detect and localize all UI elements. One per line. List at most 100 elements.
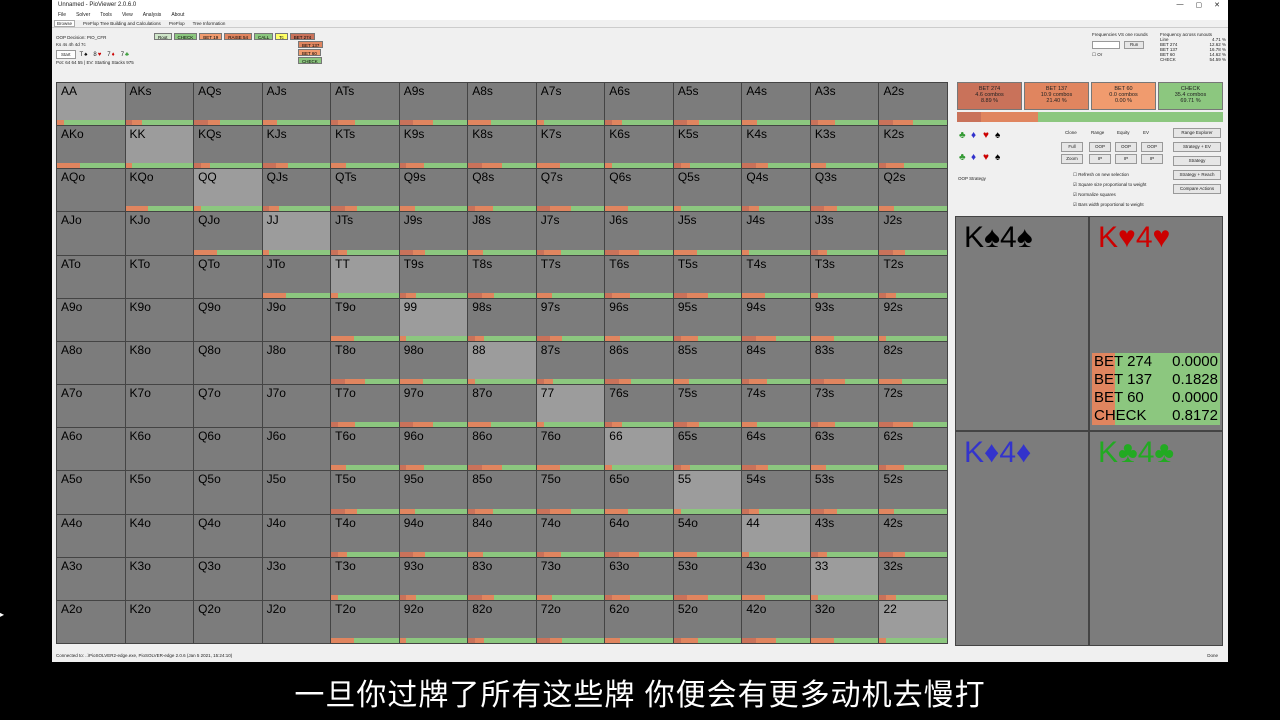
tree-check[interactable]: CHECK (173, 33, 198, 40)
hand-cell[interactable]: Q3o (194, 557, 262, 600)
hand-cell[interactable]: 99 (399, 298, 468, 341)
hand-cell[interactable]: T7s (536, 255, 605, 298)
menu-tools[interactable]: Tools (100, 12, 112, 18)
hand-cell[interactable]: A6s (605, 83, 673, 126)
hand-cell[interactable]: J8o (262, 341, 331, 385)
hand-cell[interactable]: 54o (673, 514, 742, 557)
hand-cell[interactable]: 75o (536, 471, 605, 514)
clone-label[interactable]: Clone (1065, 130, 1077, 135)
hand-cell[interactable]: A8s (468, 83, 536, 126)
hand-cell[interactable]: 93o (399, 557, 468, 600)
action-summary-box[interactable]: BET 137 10.9 combos 21.40 % (1024, 82, 1089, 110)
hand-cell[interactable]: 96s (605, 298, 673, 341)
hand-cell[interactable]: Q3s (810, 169, 879, 212)
hand-cell[interactable]: 72s (879, 385, 947, 428)
hand-cell[interactable]: AJs (262, 83, 331, 126)
menu-file[interactable]: File (58, 12, 66, 18)
hand-cell[interactable]: 75s (673, 385, 742, 428)
hand-cell[interactable]: AJo (57, 212, 125, 255)
hand-cell[interactable]: J9o (262, 298, 331, 341)
hand-cell[interactable]: 95o (399, 471, 468, 514)
hand-cell[interactable]: A4o (57, 514, 125, 557)
hand-cell[interactable]: Q4o (194, 514, 262, 557)
hand-cell[interactable]: J3o (262, 557, 331, 600)
hand-cell[interactable]: 65s (673, 428, 742, 471)
combo-card[interactable]: K♠4♠ (956, 217, 1088, 430)
hand-cell[interactable]: K5s (673, 126, 742, 169)
hand-cell[interactable]: T3s (810, 255, 879, 298)
zoom-button[interactable]: Zoom (1061, 154, 1083, 164)
hand-cell[interactable]: 52o (673, 600, 742, 643)
hand-cell[interactable]: T5o (331, 471, 399, 514)
hand-cell[interactable]: 87o (468, 385, 536, 428)
hand-cell[interactable]: A3s (810, 83, 879, 126)
hand-cell[interactable]: K5o (125, 471, 194, 514)
action-summary-box[interactable]: CHECK 35.4 combos 69.71 % (1158, 82, 1223, 110)
hand-cell[interactable]: 74s (742, 385, 810, 428)
menu-solver[interactable]: Solver (76, 12, 90, 18)
hand-cell[interactable]: K3o (125, 557, 194, 600)
hand-cell[interactable]: 97o (399, 385, 468, 428)
hand-cell[interactable]: J4s (742, 212, 810, 255)
hand-cell[interactable]: ATo (57, 255, 125, 298)
hand-cell[interactable]: 83s (810, 341, 879, 385)
combo-card[interactable]: K♣4♣ (1090, 432, 1222, 645)
hand-cell[interactable]: J8s (468, 212, 536, 255)
action-summary-box[interactable]: BET 60 0.0 combos 0.00 % (1091, 82, 1156, 110)
hand-cell[interactable]: K4o (125, 514, 194, 557)
hand-cell[interactable]: 73o (536, 557, 605, 600)
combo-card[interactable]: K♦4♦ (956, 432, 1088, 645)
hand-cell[interactable]: Q7o (194, 385, 262, 428)
hand-cell[interactable]: 92o (399, 600, 468, 643)
spade-filter-icon[interactable]: ♠ (995, 130, 1000, 141)
club-filter-icon[interactable]: ♣ (959, 130, 966, 141)
tree-check2[interactable]: CHECK (298, 57, 322, 64)
hand-cell[interactable]: QJo (194, 212, 262, 255)
equity-ip-button[interactable]: IP (1115, 154, 1137, 164)
hand-cell[interactable]: J2s (879, 212, 947, 255)
hand-cell[interactable]: 98o (399, 341, 468, 385)
hand-cell[interactable]: KJs (262, 126, 331, 169)
hand-cell[interactable]: 72o (536, 600, 605, 643)
hand-cell[interactable]: 62o (605, 600, 673, 643)
hand-cell[interactable]: Q7s (536, 169, 605, 212)
range-label[interactable]: Range (1091, 130, 1104, 135)
or-checkbox[interactable]: ☐ Or (1092, 52, 1148, 57)
action-summary-box[interactable]: BET 274 4.6 combos 8.89 % (957, 82, 1022, 110)
hand-cell[interactable]: AKs (125, 83, 194, 126)
hand-cell[interactable]: T6s (605, 255, 673, 298)
spade-filter-icon-2[interactable]: ♠ (995, 152, 1000, 163)
hand-cell[interactable]: 43s (810, 514, 879, 557)
hand-cell[interactable]: J5o (262, 471, 331, 514)
hand-cell[interactable]: AQo (57, 169, 125, 212)
hand-cell[interactable]: 87s (536, 341, 605, 385)
tree-call[interactable]: CALL (253, 33, 274, 40)
hand-cell[interactable]: 52s (879, 471, 947, 514)
hand-cell[interactable]: KJo (125, 212, 194, 255)
hand-cell[interactable]: T8o (331, 341, 399, 385)
heart-filter-icon-2[interactable]: ♥ (983, 152, 989, 163)
range-oop-button[interactable]: OOP (1089, 142, 1111, 152)
hand-cell[interactable]: 32s (879, 557, 947, 600)
hand-cell[interactable]: K2o (125, 600, 194, 643)
maximize-icon[interactable]: ▢ (1196, 1, 1203, 9)
hand-cell[interactable]: 86s (605, 341, 673, 385)
hand-cell[interactable]: 82s (879, 341, 947, 385)
hand-cell[interactable]: J9s (399, 212, 468, 255)
hand-cell[interactable]: 97s (536, 298, 605, 341)
hand-cell[interactable]: AQs (194, 83, 262, 126)
hand-cell[interactable]: 62s (879, 428, 947, 471)
hand-cell[interactable]: 66 (605, 428, 673, 471)
hand-cell[interactable]: 74o (536, 514, 605, 557)
hand-cell[interactable]: A9o (57, 298, 125, 341)
hand-cell[interactable]: 85o (468, 471, 536, 514)
hand-cell[interactable]: K7o (125, 385, 194, 428)
hand-cell[interactable]: 53s (810, 471, 879, 514)
menu-about[interactable]: About (171, 12, 184, 18)
hand-cell[interactable]: J6s (605, 212, 673, 255)
hand-cell[interactable]: 77 (536, 385, 605, 428)
start-button[interactable]: Start (56, 50, 76, 59)
hand-cell[interactable]: 55 (673, 471, 742, 514)
hand-cell[interactable]: ATs (331, 83, 399, 126)
hand-cell[interactable]: 63s (810, 428, 879, 471)
